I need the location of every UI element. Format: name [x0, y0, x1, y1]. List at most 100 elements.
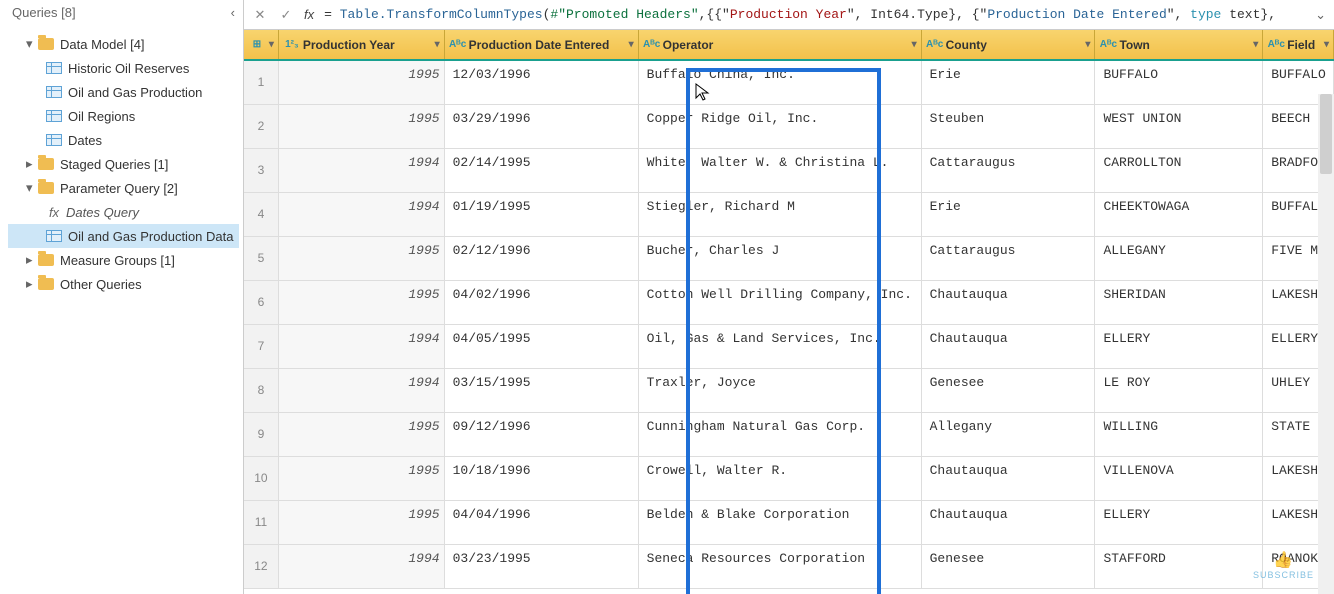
cell-operator[interactable]: White, Walter W. & Christina L.	[638, 148, 921, 192]
cell-town[interactable]: CARROLLTON	[1095, 148, 1263, 192]
cell-operator[interactable]: Buffalo China, Inc.	[638, 60, 921, 104]
table-row[interactable]: 11199504/04/1996Belden & Blake Corporati…	[244, 500, 1334, 544]
cell-operator[interactable]: Oil, Gas & Land Services, Inc.	[638, 324, 921, 368]
tree-item[interactable]: Oil and Gas Production	[8, 80, 239, 104]
tree-folder[interactable]: ▸Staged Queries [1]	[8, 152, 239, 176]
table-row[interactable]: 2199503/29/1996Copper Ridge Oil, Inc.Ste…	[244, 104, 1334, 148]
row-number[interactable]: 11	[244, 500, 278, 544]
column-header-town[interactable]: AᴮcTown▾	[1095, 30, 1263, 60]
row-number[interactable]: 5	[244, 236, 278, 280]
cell-operator[interactable]: Seneca Resources Corporation	[638, 544, 921, 588]
column-header-year[interactable]: 1²₃Production Year▾	[278, 30, 444, 60]
fx-icon[interactable]: fx	[304, 7, 314, 22]
cell-operator[interactable]: Stiegler, Richard M	[638, 192, 921, 236]
cell-county[interactable]: Chautauqua	[921, 456, 1095, 500]
tree-folder[interactable]: ▾Data Model [4]	[8, 32, 239, 56]
cell-county[interactable]: Erie	[921, 60, 1095, 104]
tree-item[interactable]: Oil and Gas Production Data	[8, 224, 239, 248]
table-row[interactable]: 6199504/02/1996Cotton Well Drilling Comp…	[244, 280, 1334, 324]
cell-town[interactable]: ELLERY	[1095, 324, 1263, 368]
row-number[interactable]: 8	[244, 368, 278, 412]
cell-date[interactable]: 10/18/1996	[444, 456, 638, 500]
tree-item[interactable]: Dates	[8, 128, 239, 152]
datatype-icon[interactable]: 1²₃	[285, 38, 299, 52]
cell-date[interactable]: 03/23/1995	[444, 544, 638, 588]
cell-date[interactable]: 12/03/1996	[444, 60, 638, 104]
column-header-county[interactable]: AᴮcCounty▾	[921, 30, 1095, 60]
cell-town[interactable]: VILLENOVA	[1095, 456, 1263, 500]
cell-county[interactable]: Steuben	[921, 104, 1095, 148]
cancel-formula-icon[interactable]: ✕	[252, 7, 268, 23]
cell-town[interactable]: BUFFALO	[1095, 60, 1263, 104]
cell-year[interactable]: 1994	[278, 148, 444, 192]
cell-year[interactable]: 1995	[278, 456, 444, 500]
cell-county[interactable]: Chautauqua	[921, 280, 1095, 324]
table-row[interactable]: 9199509/12/1996Cunningham Natural Gas Co…	[244, 412, 1334, 456]
cell-year[interactable]: 1995	[278, 412, 444, 456]
cell-date[interactable]: 02/14/1995	[444, 148, 638, 192]
table-row[interactable]: 5199502/12/1996Bucher, Charles JCattarau…	[244, 236, 1334, 280]
select-all-corner[interactable]: ⊞▾	[244, 30, 278, 60]
cell-town[interactable]: SHERIDAN	[1095, 280, 1263, 324]
cell-operator[interactable]: Bucher, Charles J	[638, 236, 921, 280]
formula-text[interactable]: = Table.TransformColumnTypes(#"Promoted …	[324, 7, 1305, 22]
cell-date[interactable]: 04/04/1996	[444, 500, 638, 544]
tree-folder[interactable]: ▾Parameter Query [2]	[8, 176, 239, 200]
cell-date[interactable]: 03/29/1996	[444, 104, 638, 148]
cell-town[interactable]: ELLERY	[1095, 500, 1263, 544]
datatype-icon[interactable]: Aᴮc	[451, 38, 465, 52]
row-number[interactable]: 3	[244, 148, 278, 192]
tree-item[interactable]: Oil Regions	[8, 104, 239, 128]
cell-date[interactable]: 03/15/1995	[444, 368, 638, 412]
scroll-thumb[interactable]	[1320, 94, 1332, 174]
cell-operator[interactable]: Traxler, Joyce	[638, 368, 921, 412]
table-row[interactable]: 10199510/18/1996Crowell, Walter R.Chauta…	[244, 456, 1334, 500]
cell-date[interactable]: 04/02/1996	[444, 280, 638, 324]
row-number[interactable]: 6	[244, 280, 278, 324]
table-row[interactable]: 12199403/23/1995Seneca Resources Corpora…	[244, 544, 1334, 588]
row-number[interactable]: 7	[244, 324, 278, 368]
cell-county[interactable]: Cattaraugus	[921, 148, 1095, 192]
cell-date[interactable]: 09/12/1996	[444, 412, 638, 456]
cell-year[interactable]: 1994	[278, 192, 444, 236]
cell-town[interactable]: ALLEGANY	[1095, 236, 1263, 280]
row-number[interactable]: 9	[244, 412, 278, 456]
cell-year[interactable]: 1995	[278, 236, 444, 280]
table-row[interactable]: 8199403/15/1995Traxler, JoyceGeneseeLE R…	[244, 368, 1334, 412]
column-header-field[interactable]: AᴮcField▾	[1263, 30, 1334, 60]
tree-folder[interactable]: ▸Other Queries	[8, 272, 239, 296]
cell-operator[interactable]: Crowell, Walter R.	[638, 456, 921, 500]
cell-county[interactable]: Allegany	[921, 412, 1095, 456]
cell-town[interactable]: LE ROY	[1095, 368, 1263, 412]
cell-year[interactable]: 1994	[278, 324, 444, 368]
cell-year[interactable]: 1995	[278, 104, 444, 148]
cell-date[interactable]: 04/05/1995	[444, 324, 638, 368]
cell-operator[interactable]: Copper Ridge Oil, Inc.	[638, 104, 921, 148]
filter-dropdown-icon[interactable]: ▾	[1253, 39, 1258, 50]
cell-date[interactable]: 01/19/1995	[444, 192, 638, 236]
filter-dropdown-icon[interactable]: ▾	[1085, 39, 1090, 50]
cell-operator[interactable]: Belden & Blake Corporation	[638, 500, 921, 544]
tree-item[interactable]: fxDates Query	[8, 200, 239, 224]
cell-county[interactable]: Genesee	[921, 368, 1095, 412]
table-row[interactable]: 3199402/14/1995White, Walter W. & Christ…	[244, 148, 1334, 192]
row-number[interactable]: 12	[244, 544, 278, 588]
table-row[interactable]: 7199404/05/1995Oil, Gas & Land Services,…	[244, 324, 1334, 368]
datatype-icon[interactable]: Aᴮc	[1269, 38, 1283, 52]
datatype-icon[interactable]: Aᴮc	[645, 38, 659, 52]
cell-town[interactable]: WILLING	[1095, 412, 1263, 456]
column-header-op[interactable]: AᴮcOperator▾	[638, 30, 921, 60]
collapse-sidebar-icon[interactable]: ‹	[231, 5, 235, 20]
filter-dropdown-icon[interactable]: ▾	[1324, 39, 1329, 50]
filter-dropdown-icon[interactable]: ▾	[912, 39, 917, 50]
cell-year[interactable]: 1994	[278, 544, 444, 588]
cell-town[interactable]: WEST UNION	[1095, 104, 1263, 148]
cell-county[interactable]: Genesee	[921, 544, 1095, 588]
row-number[interactable]: 2	[244, 104, 278, 148]
row-number[interactable]: 1	[244, 60, 278, 104]
cell-county[interactable]: Cattaraugus	[921, 236, 1095, 280]
table-row[interactable]: 4199401/19/1995Stiegler, Richard MErieCH…	[244, 192, 1334, 236]
cell-town[interactable]: STAFFORD	[1095, 544, 1263, 588]
accept-formula-icon[interactable]: ✓	[278, 7, 294, 23]
cell-operator[interactable]: Cotton Well Drilling Company, Inc.	[638, 280, 921, 324]
